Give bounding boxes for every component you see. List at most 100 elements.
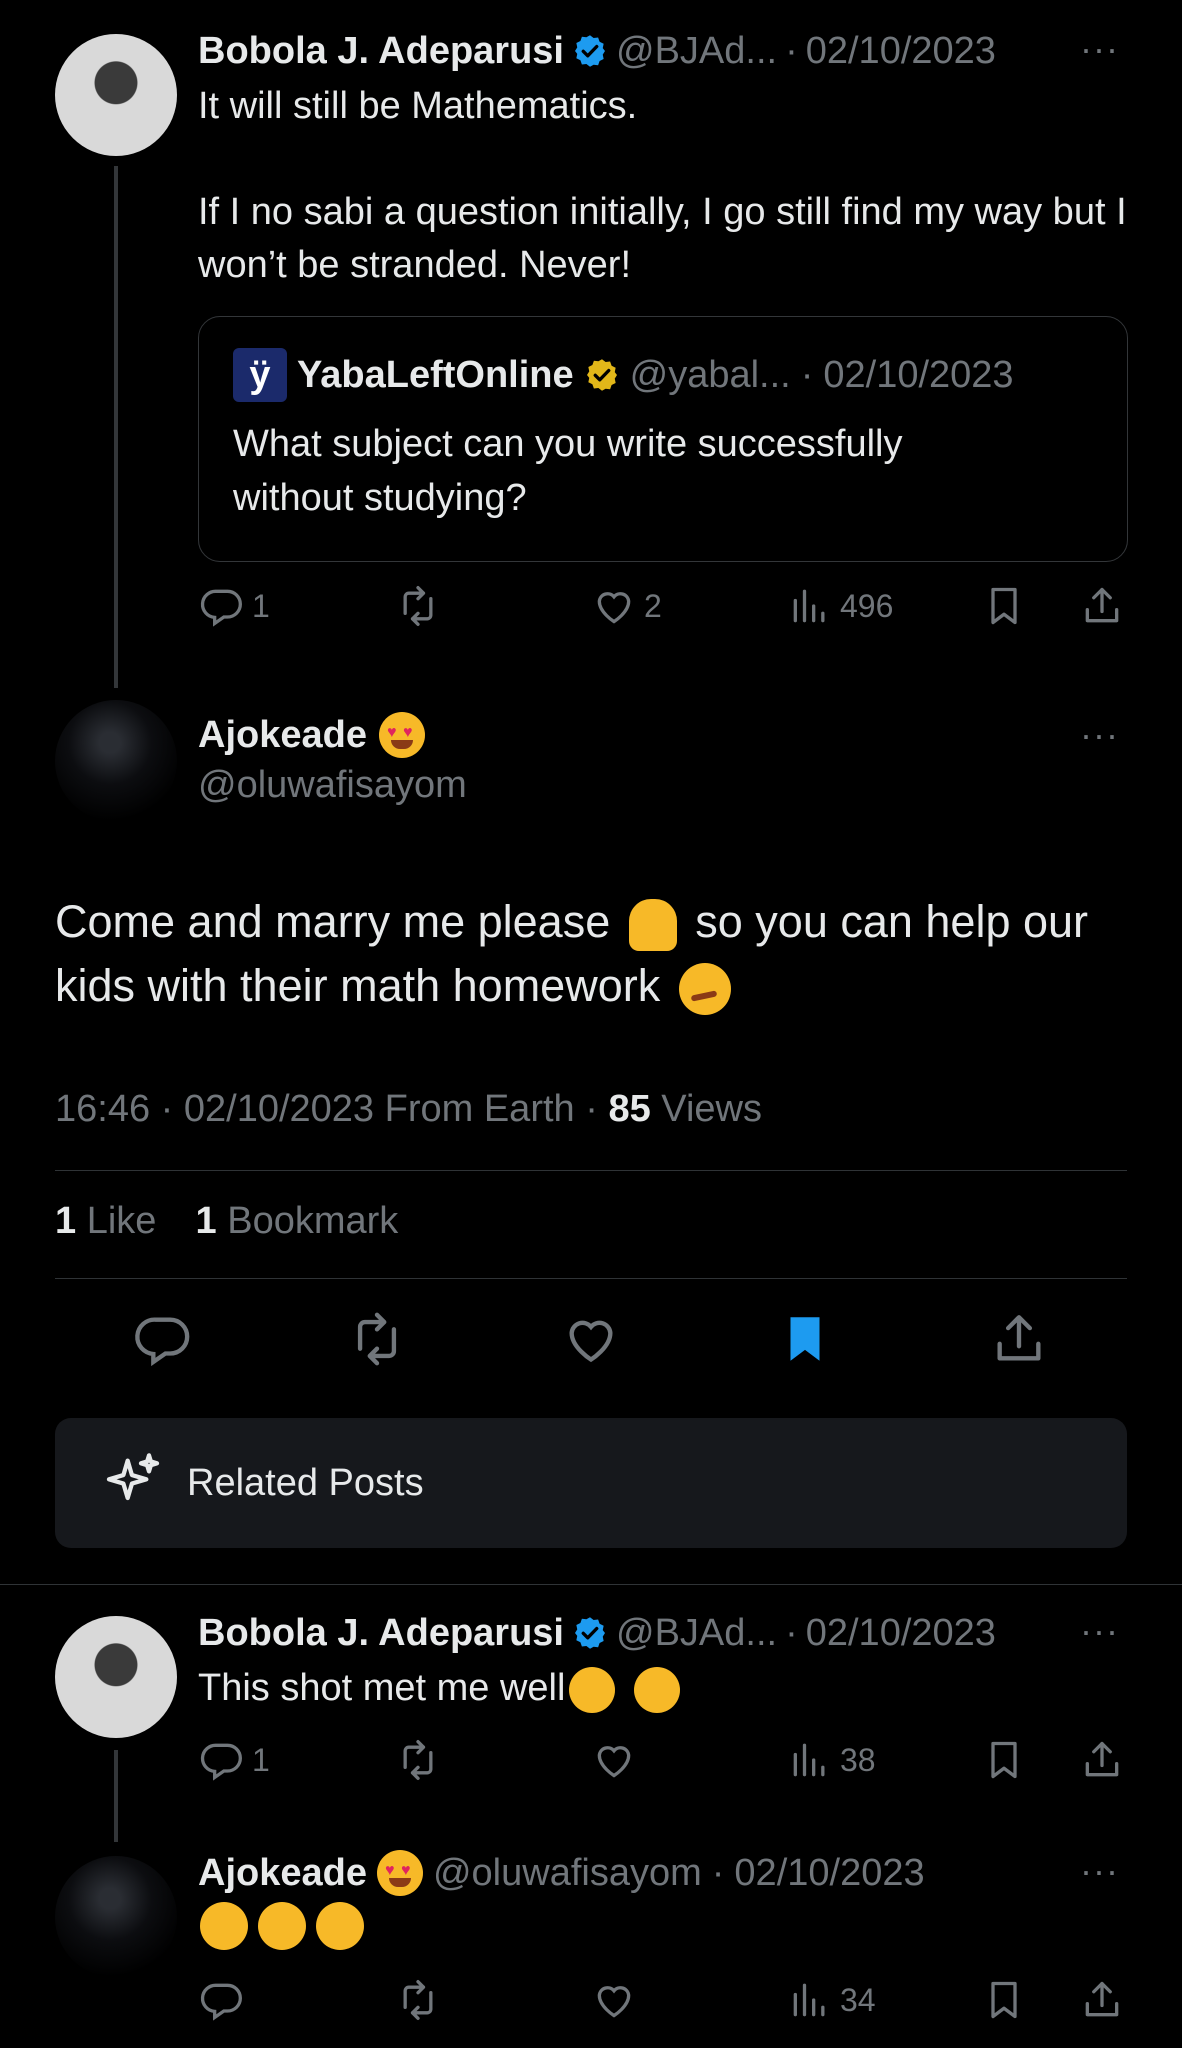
avatar[interactable]: [55, 34, 177, 156]
reply-button[interactable]: [200, 1978, 244, 2022]
reply-button[interactable]: 1: [200, 584, 270, 628]
more-options-icon[interactable]: ···: [1080, 1610, 1119, 1652]
bookmark-button[interactable]: [982, 584, 1026, 628]
tweet-text-line1: It will still be Mathematics.: [198, 85, 638, 127]
repost-button[interactable]: [396, 1738, 440, 1782]
reply-header: Bobola J. Adeparusi @BJAd... · 02/10/202…: [198, 1606, 996, 1660]
share-icon: [1080, 1738, 1124, 1782]
post-date[interactable]: 02/10/2023: [734, 1852, 924, 1895]
like-button[interactable]: [562, 1310, 620, 1368]
bookmark-icon: [982, 1738, 1026, 1782]
repost-button[interactable]: [348, 1310, 406, 1368]
post-date[interactable]: 02/10/2023: [806, 1612, 996, 1655]
bookmarks-count[interactable]: 1: [196, 1200, 217, 1242]
share-icon: [1080, 584, 1124, 628]
quote-header: ÿ YabaLeftOnline @yabal... · 02/10/2023: [233, 348, 1014, 402]
tweet-header: Bobola J. Adeparusi @BJAd... · 02/10/202…: [198, 24, 996, 78]
share-button[interactable]: [1080, 1738, 1124, 1782]
share-icon: [990, 1310, 1048, 1368]
views-button[interactable]: 34: [788, 1978, 876, 2022]
tears-of-joy-emoji-icon: [200, 1902, 248, 1950]
quote-author-name[interactable]: YabaLeftOnline: [297, 354, 574, 397]
reply-icon: [200, 1738, 244, 1782]
author-name[interactable]: Ajokeade: [198, 1852, 367, 1895]
likes-label[interactable]: Like: [87, 1200, 157, 1242]
bookmark-button[interactable]: [982, 1738, 1026, 1782]
quoted-post[interactable]: ÿ YabaLeftOnline @yabal... · 02/10/2023 …: [198, 316, 1128, 562]
like-icon: [592, 1978, 636, 2022]
reply-button[interactable]: 1: [200, 1738, 270, 1782]
tears-of-joy-emoji-icon: [258, 1902, 306, 1950]
author-name[interactable]: Bobola J. Adeparusi: [198, 1612, 564, 1655]
more-options-icon[interactable]: ···: [1080, 714, 1119, 756]
reply-icon: [200, 584, 244, 628]
yaba-logo: ÿ: [233, 348, 287, 402]
reply-icon: [200, 1978, 244, 2022]
views-icon: [788, 1738, 832, 1782]
bookmark-button[interactable]: [982, 1978, 1026, 2022]
post-metadata: 16:46 · 02/10/2023 From Earth · 85 Views: [55, 1088, 762, 1130]
like-icon: [592, 584, 636, 628]
bookmark-icon: [982, 584, 1026, 628]
main-tweet-text: Come and marry me please so you can help…: [55, 890, 1135, 1018]
avatar[interactable]: [55, 700, 177, 822]
bookmarks-label[interactable]: Bookmark: [227, 1200, 398, 1242]
quote-author-handle[interactable]: @yabal...: [630, 354, 791, 397]
avatar[interactable]: [55, 1616, 177, 1738]
more-options-icon[interactable]: ···: [1080, 28, 1119, 70]
tweet-text-line2: If I no sabi a question initially, I go …: [198, 191, 1127, 286]
views-count[interactable]: 85: [608, 1088, 650, 1130]
tears-of-joy-emoji-icon: [569, 1666, 616, 1713]
divider: [55, 1278, 1127, 1279]
author-name[interactable]: Bobola J. Adeparusi: [198, 30, 564, 73]
verified-badge-icon: [572, 1615, 608, 1651]
views-button[interactable]: 496: [788, 584, 893, 628]
bookmark-filled-icon: [776, 1310, 834, 1368]
author-handle[interactable]: @oluwafisayom: [198, 764, 467, 807]
repost-button[interactable]: [396, 1978, 440, 2022]
post-time: 16:46: [55, 1088, 151, 1130]
separator: ·: [785, 29, 798, 72]
reply-emojis: [200, 1902, 364, 1950]
author-name[interactable]: Ajokeade: [198, 714, 367, 757]
views-icon: [788, 1978, 832, 2022]
like-button[interactable]: [592, 1738, 636, 1782]
like-button[interactable]: [592, 1978, 636, 2022]
heart-eyes-emoji-icon: ♥ ♥: [376, 1850, 423, 1896]
reply-text: This shot met me well: [198, 1662, 681, 1715]
more-options-icon[interactable]: ···: [1080, 1850, 1119, 1892]
verified-badge-icon: [572, 33, 608, 69]
share-button[interactable]: [1080, 1978, 1124, 2022]
reply-button[interactable]: [134, 1310, 192, 1368]
quote-date: 02/10/2023: [823, 353, 1014, 396]
related-posts-button[interactable]: Related Posts: [55, 1418, 1127, 1548]
thread-line: [114, 166, 118, 688]
share-button[interactable]: [990, 1310, 1048, 1368]
reply-icon: [134, 1310, 192, 1368]
repost-icon: [348, 1310, 406, 1368]
share-button[interactable]: [1080, 584, 1124, 628]
folded-hands-emoji-icon: [628, 899, 677, 952]
bookmark-button[interactable]: [776, 1310, 834, 1368]
tears-of-joy-emoji-icon: [316, 1902, 364, 1950]
woozy-face-emoji-icon: [678, 963, 731, 1016]
main-author: Ajokeade ♥ ♥: [198, 712, 425, 758]
related-posts-label: Related Posts: [187, 1462, 424, 1504]
author-handle[interactable]: @BJAd...: [616, 1612, 777, 1655]
repost-button[interactable]: [396, 584, 440, 628]
post-date[interactable]: 02/10/2023: [806, 30, 996, 73]
views-button[interactable]: 38: [788, 1738, 876, 1782]
separator: ·: [800, 353, 814, 396]
engagement-stats: 1 Like 1 Bookmark: [55, 1200, 398, 1243]
share-icon: [1080, 1978, 1124, 2022]
like-button[interactable]: 2: [592, 584, 662, 628]
likes-count[interactable]: 1: [55, 1200, 76, 1242]
repost-icon: [396, 1978, 440, 2022]
heart-eyes-emoji-icon: ♥ ♥: [378, 712, 425, 758]
divider: [55, 1170, 1127, 1171]
like-icon: [562, 1310, 620, 1368]
author-handle[interactable]: @oluwafisayom: [433, 1852, 702, 1895]
author-handle[interactable]: @BJAd...: [616, 30, 777, 73]
avatar[interactable]: [55, 1856, 177, 1978]
verified-gold-badge-icon: [584, 357, 620, 393]
